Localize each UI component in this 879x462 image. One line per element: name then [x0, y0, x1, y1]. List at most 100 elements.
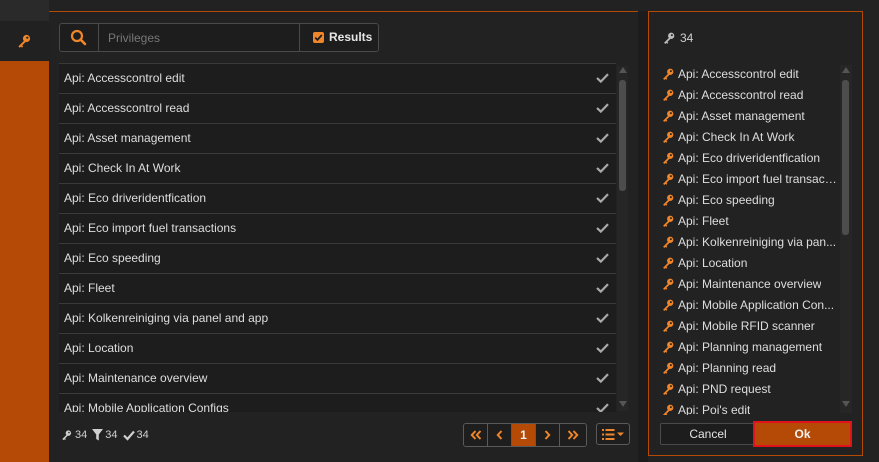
key-icon [661, 130, 678, 144]
privilege-label: Api: Accesscontrol read [64, 101, 190, 115]
key-icon [661, 298, 678, 312]
selected-privilege-label: Api: Asset management [678, 108, 805, 123]
privilege-label: Api: Asset management [64, 131, 191, 145]
privilege-label: Api: Fleet [64, 281, 115, 295]
key-icon [661, 193, 678, 207]
list-mode-dropdown[interactable] [596, 423, 630, 445]
selected-privilege-item[interactable]: Api: Asset management [661, 105, 837, 126]
scroll-down-icon[interactable] [842, 401, 850, 407]
scroll-up-icon[interactable] [842, 67, 850, 73]
checkbox-checked-icon[interactable] [313, 32, 324, 43]
scroll-down-icon[interactable] [619, 401, 627, 407]
check-icon [122, 430, 137, 441]
privilege-row[interactable]: Api: Eco speeding [59, 244, 616, 274]
check-icon[interactable] [596, 223, 609, 233]
selected-privilege-item[interactable]: Api: Maintenance overview [661, 273, 837, 294]
sidebar-tab-privileges[interactable] [0, 21, 49, 61]
selected-privilege-item[interactable]: Api: Eco import fuel transact... [661, 168, 837, 189]
check-icon[interactable] [596, 73, 609, 83]
key-icon [661, 151, 678, 165]
privilege-label: Api: Location [64, 341, 134, 355]
selected-privilege-label: Api: Poi's edit [678, 402, 751, 416]
selected-privilege-item[interactable]: Api: Eco speeding [661, 189, 837, 210]
selected-privilege-label: Api: Planning read [678, 360, 777, 375]
selected-privilege-item[interactable]: Api: PND request [661, 378, 837, 399]
privilege-row[interactable]: Api: Fleet [59, 274, 616, 304]
privilege-row[interactable]: Api: Accesscontrol read [59, 94, 616, 124]
selected-privilege-item[interactable]: Api: Fleet [661, 210, 837, 231]
key-icon [661, 67, 678, 81]
scroll-up-icon[interactable] [619, 67, 627, 73]
privilege-row[interactable]: Api: Maintenance overview [59, 364, 616, 394]
check-icon[interactable] [596, 283, 609, 293]
privileges-list: Api: Accesscontrol edit Api: Accesscontro… [59, 63, 616, 412]
stat-total: 34 [60, 429, 87, 441]
check-icon[interactable] [596, 343, 609, 353]
next-page-button[interactable] [536, 424, 560, 446]
ok-button[interactable]: Ok [753, 421, 852, 447]
selected-privilege-item[interactable]: Api: Mobile Application Con... [661, 294, 837, 315]
selected-privilege-label: Api: Accesscontrol edit [678, 66, 799, 81]
selected-privilege-label: Api: Check In At Work [678, 129, 795, 144]
key-icon [16, 33, 32, 49]
selected-privilege-item[interactable]: Api: Eco driveridentfication [661, 147, 837, 168]
privilege-row[interactable]: Api: Accesscontrol edit [59, 63, 616, 94]
privilege-row[interactable]: Api: Check In At Work [59, 154, 616, 184]
key-icon [661, 277, 678, 291]
scrollbar-thumb[interactable] [842, 80, 849, 235]
selected-count: 34 [662, 31, 693, 45]
selected-privilege-label: Api: Eco import fuel transact... [678, 171, 837, 186]
page-1-button[interactable]: 1 [512, 424, 536, 446]
results-toggle-button[interactable]: Results [299, 23, 379, 52]
selected-privilege-item[interactable]: Api: Accesscontrol edit [661, 63, 837, 84]
privilege-label: Api: Eco import fuel transactions [64, 221, 237, 235]
check-icon[interactable] [596, 373, 609, 383]
chevron-right-icon [544, 430, 551, 440]
check-icon[interactable] [596, 103, 609, 113]
check-icon[interactable] [596, 403, 609, 412]
pagination: 1 [463, 423, 587, 447]
selected-count-value: 34 [680, 31, 694, 45]
double-chevron-left-icon [469, 430, 482, 440]
key-icon [662, 31, 680, 45]
check-icon[interactable] [596, 253, 609, 263]
check-icon[interactable] [596, 313, 609, 323]
privilege-row[interactable]: Api: Eco import fuel transactions [59, 214, 616, 244]
search-input[interactable] [100, 24, 298, 51]
privilege-row[interactable]: Api: Location [59, 334, 616, 364]
selected-privilege-label: Api: Mobile RFID scanner [678, 318, 815, 333]
last-page-button[interactable] [560, 424, 586, 446]
selected-privilege-item[interactable]: Api: Poi's edit [661, 399, 837, 415]
prev-page-button[interactable] [488, 424, 512, 446]
selected-privilege-item[interactable]: Api: Planning management [661, 336, 837, 357]
privilege-row[interactable]: Api: Mobile Application Configs [59, 394, 616, 412]
selected-privilege-item[interactable]: Api: Planning read [661, 357, 837, 378]
list-stats: 34 34 34 [60, 428, 154, 442]
privilege-row[interactable]: Api: Asset management [59, 124, 616, 154]
check-icon[interactable] [596, 193, 609, 203]
search-button[interactable] [59, 23, 99, 52]
key-icon [661, 382, 678, 396]
selected-privilege-item[interactable]: Api: Mobile RFID scanner [661, 315, 837, 336]
selected-privilege-item[interactable]: Api: Accesscontrol read [661, 84, 837, 105]
filter-icon [92, 429, 105, 441]
privilege-row[interactable]: Api: Kolkenreiniging via panel and app [59, 304, 616, 334]
stat-selected-value: 34 [136, 429, 149, 441]
selected-privileges-list: Api: Accesscontrol edit Api: Accesscontro… [661, 63, 837, 415]
check-icon[interactable] [596, 163, 609, 173]
selected-privilege-item[interactable]: Api: Location [661, 252, 837, 273]
selected-privilege-item[interactable]: Api: Check In At Work [661, 126, 837, 147]
selected-privilege-item[interactable]: Api: Kolkenreiniging via pan... [661, 231, 837, 252]
first-page-button[interactable] [464, 424, 488, 446]
key-icon [60, 429, 75, 441]
selected-privilege-label: Api: Mobile Application Con... [678, 297, 835, 312]
cancel-button[interactable]: Cancel [660, 423, 756, 445]
privilege-row[interactable]: Api: Eco driveridentfication [59, 184, 616, 214]
stat-filtered-value: 34 [105, 429, 118, 441]
selected-privilege-label: Api: Accesscontrol read [678, 87, 804, 102]
privilege-label: Api: Kolkenreiniging via panel and app [64, 311, 269, 325]
key-icon [661, 109, 678, 123]
scrollbar-thumb[interactable] [619, 80, 626, 191]
key-icon [661, 172, 678, 186]
check-icon[interactable] [596, 133, 609, 143]
